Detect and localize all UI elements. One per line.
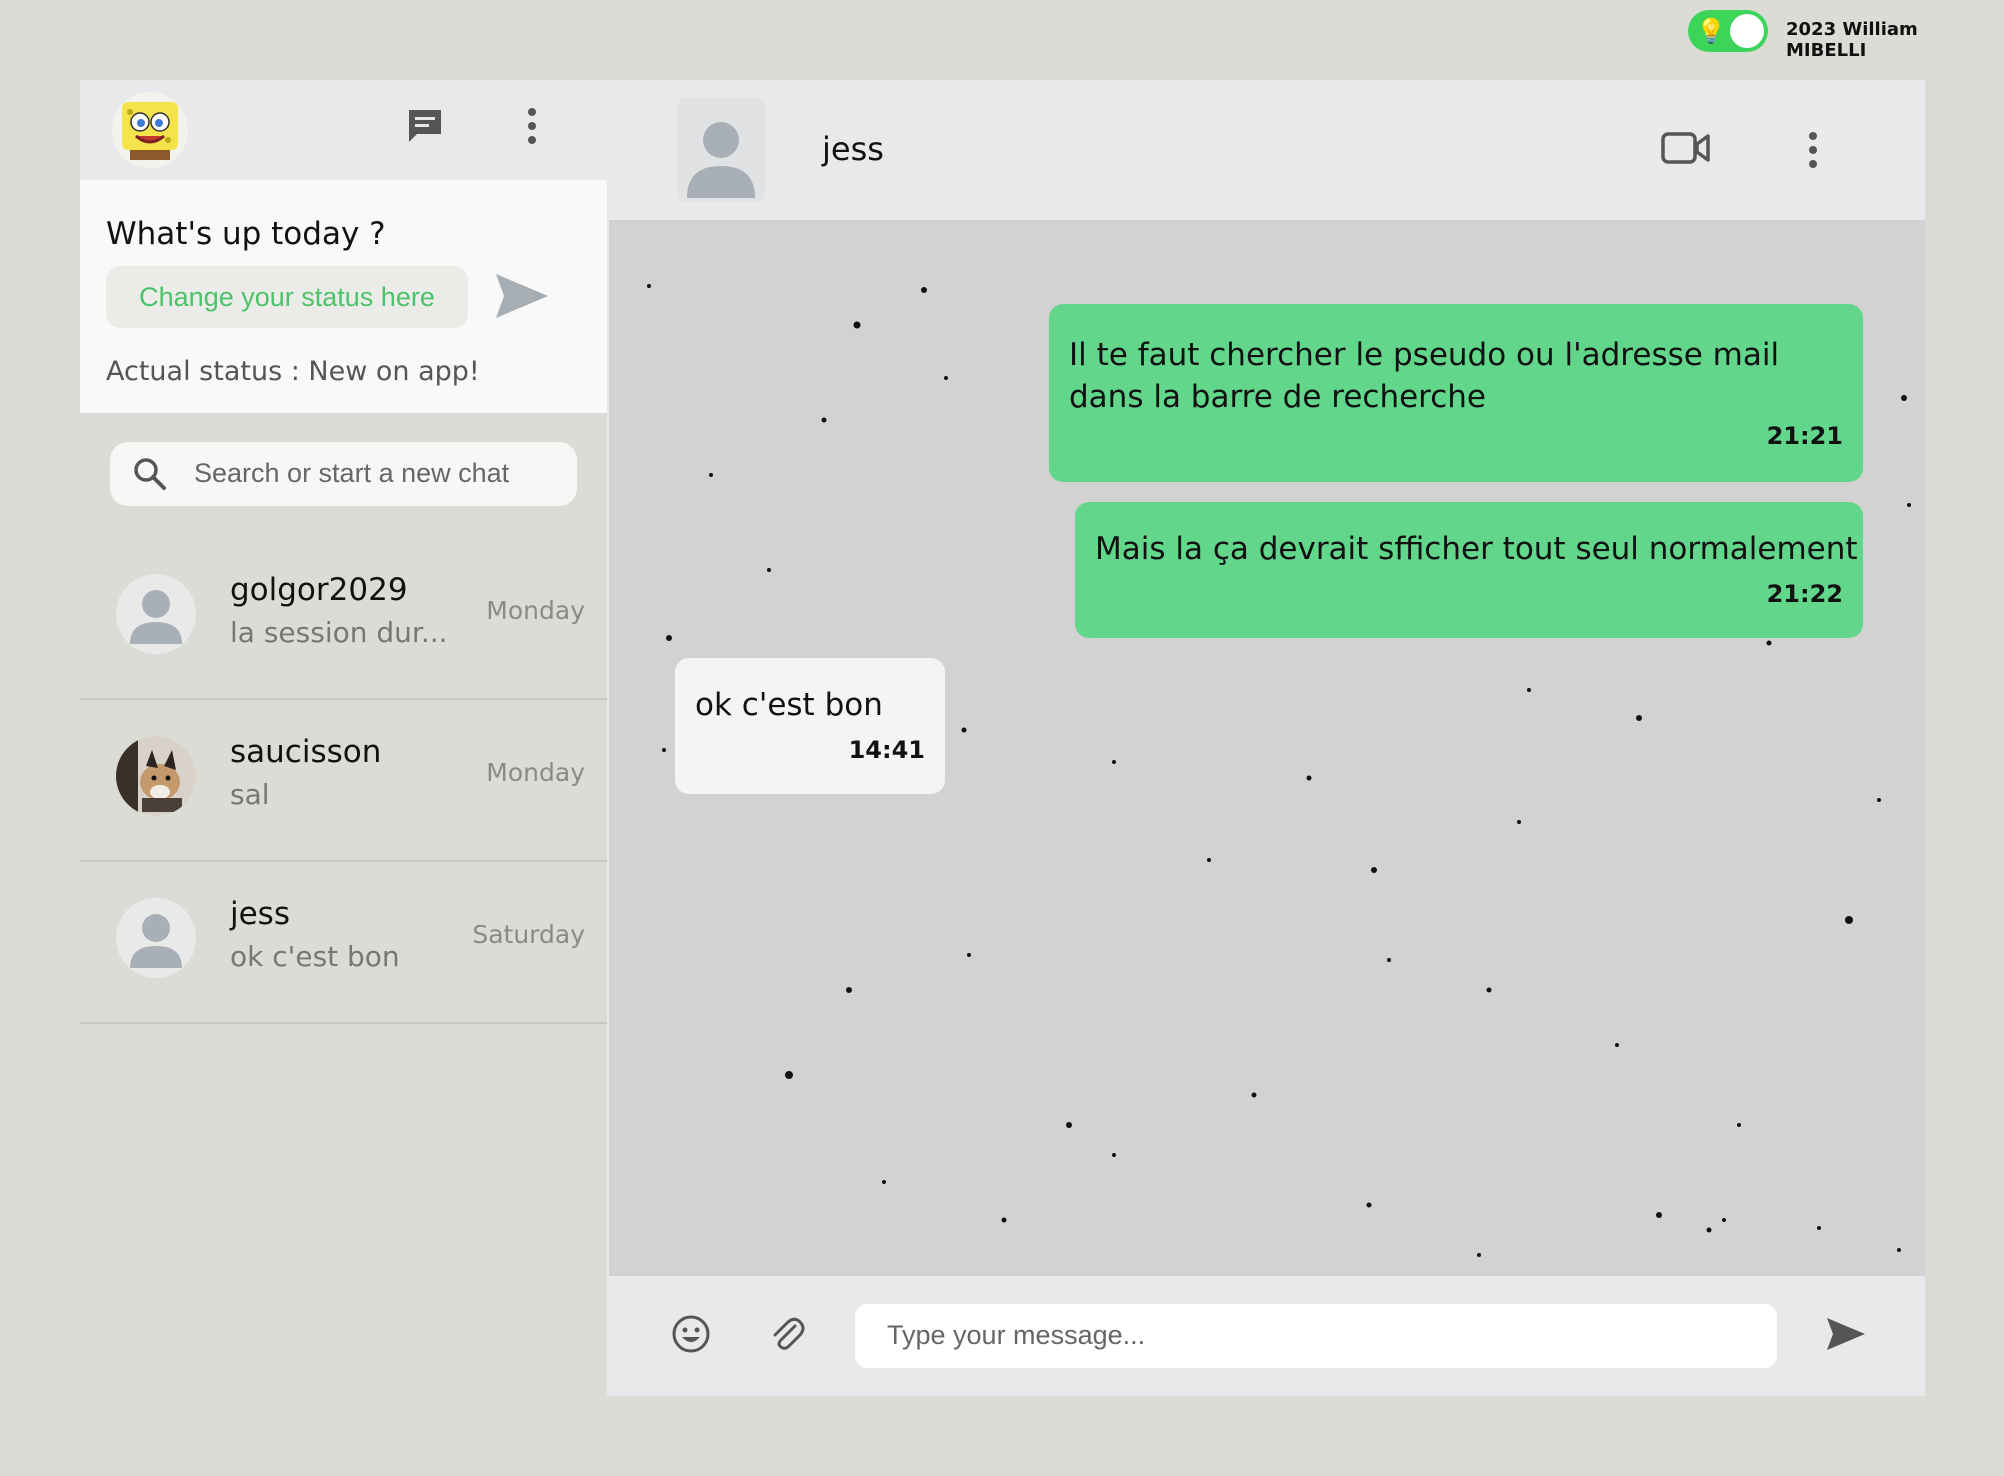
message-line: Mais la ça devrait sfficher tout seul no…	[1095, 531, 1858, 567]
message-time: 21:22	[1766, 580, 1843, 608]
contact-avatar[interactable]	[677, 98, 765, 202]
message-line: ok c'est bon	[695, 687, 883, 723]
chat-list: golgor2029 la session dur... Monday sauc…	[80, 538, 607, 1024]
chat-day: Monday	[486, 758, 585, 787]
search-placeholder: Search or start a new chat	[194, 458, 510, 488]
chat-preview: sal	[230, 778, 270, 811]
default-avatar-icon	[116, 898, 196, 978]
more-vertical-icon[interactable]	[1807, 130, 1819, 174]
attach-icon[interactable]	[767, 1314, 807, 1358]
sidebar-header	[80, 80, 607, 180]
chat-item-jess[interactable]: jess ok c'est bon Saturday	[80, 862, 607, 1024]
conversation-header: jess	[607, 80, 1925, 220]
search-icon	[132, 456, 168, 496]
status-input[interactable]: Change your status here	[106, 266, 468, 328]
contact-name: jess	[822, 130, 884, 168]
chat-name: saucisson	[230, 734, 382, 770]
default-avatar-icon	[116, 574, 196, 654]
message-bubble-in[interactable]: ok c'est bon 14:41	[675, 658, 945, 794]
conversation-panel: jess Il te faut chercher le pseudo ou l'…	[607, 80, 1925, 1396]
chat-preview: la session dur...	[230, 616, 448, 649]
status-send-icon[interactable]	[494, 272, 550, 324]
message-bubble-out[interactable]: Mais la ça devrait sfficher tout seul no…	[1075, 502, 1863, 638]
send-icon[interactable]	[1825, 1316, 1867, 1356]
actual-status: Actual status : New on app!	[106, 356, 480, 387]
status-card: What's up today ? Change your status her…	[80, 180, 607, 413]
chat-app: What's up today ? Change your status her…	[80, 80, 1925, 1396]
chat-item-golgor2029[interactable]: golgor2029 la session dur... Monday	[80, 538, 607, 700]
chat-name: golgor2029	[230, 572, 408, 608]
chat-day: Saturday	[472, 920, 585, 949]
theme-toggle[interactable]: 💡	[1688, 10, 1768, 52]
lightbulb-icon: 💡	[1696, 17, 1726, 45]
message-time: 21:21	[1766, 422, 1843, 450]
chat-item-saucisson[interactable]: saucisson sal Monday	[80, 700, 607, 862]
sidebar: What's up today ? Change your status her…	[80, 80, 607, 1396]
search-input[interactable]: Search or start a new chat	[110, 442, 577, 506]
message-line: dans la barre de recherche	[1069, 379, 1486, 415]
message-time: 14:41	[848, 736, 925, 764]
credit-text: 2023 William MIBELLI	[1786, 19, 1918, 61]
emoji-icon[interactable]	[671, 1314, 711, 1358]
chat-name: jess	[230, 896, 290, 932]
message-line: Il te faut chercher le pseudo ou l'adres…	[1069, 337, 1780, 373]
more-vertical-icon[interactable]	[526, 106, 538, 150]
messages-area[interactable]: Il te faut chercher le pseudo ou l'adres…	[609, 220, 1925, 1276]
new-chat-icon[interactable]	[405, 106, 445, 150]
toggle-knob	[1730, 14, 1764, 48]
chat-preview: ok c'est bon	[230, 940, 400, 973]
message-input[interactable]: Type your message...	[855, 1304, 1777, 1368]
message-placeholder: Type your message...	[887, 1320, 1146, 1350]
message-bubble-out[interactable]: Il te faut chercher le pseudo ou l'adres…	[1049, 304, 1863, 482]
message-composer: Type your message...	[607, 1276, 1925, 1396]
video-call-icon[interactable]	[1661, 130, 1711, 170]
chat-day: Monday	[486, 596, 585, 625]
dog-photo-avatar	[116, 736, 196, 816]
my-avatar[interactable]	[112, 92, 188, 168]
status-title: What's up today ?	[106, 216, 386, 252]
